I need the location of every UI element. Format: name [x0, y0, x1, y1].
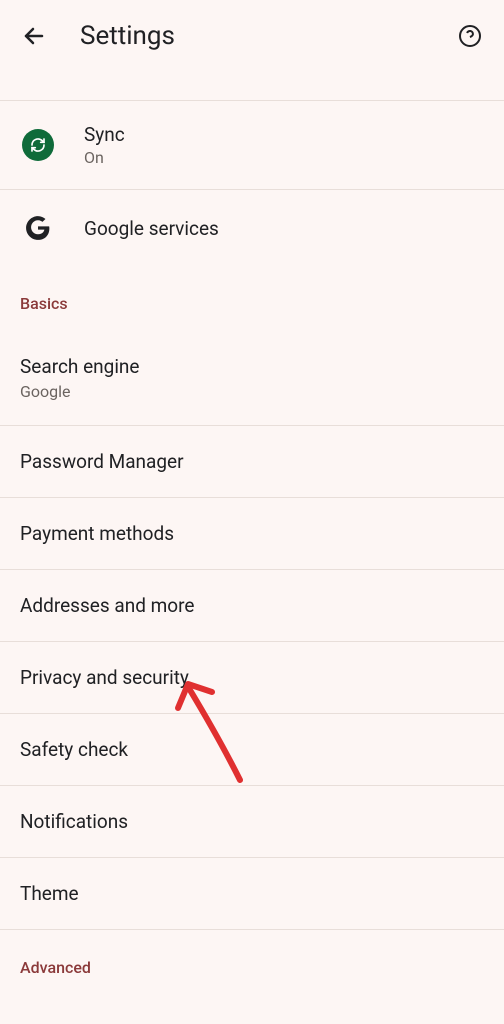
page-title: Settings: [80, 21, 456, 51]
addresses-label: Addresses and more: [20, 594, 484, 617]
theme-label: Theme: [20, 882, 484, 905]
privacy-security-item[interactable]: Privacy and security: [0, 642, 504, 714]
payment-methods-item[interactable]: Payment methods: [0, 498, 504, 570]
google-services-text: Google services: [84, 217, 219, 240]
help-icon: [458, 24, 482, 48]
sync-item[interactable]: Sync On: [0, 101, 504, 189]
privacy-security-label: Privacy and security: [20, 666, 484, 689]
back-button[interactable]: [20, 22, 48, 50]
safety-check-item[interactable]: Safety check: [0, 714, 504, 786]
payment-methods-label: Payment methods: [20, 522, 484, 545]
safety-check-label: Safety check: [20, 738, 484, 761]
theme-item[interactable]: Theme: [0, 858, 504, 930]
search-engine-value: Google: [20, 382, 484, 401]
help-button[interactable]: [456, 22, 484, 50]
back-arrow-icon: [22, 24, 46, 48]
password-manager-label: Password Manager: [20, 450, 484, 473]
addresses-item[interactable]: Addresses and more: [0, 570, 504, 642]
google-services-label: Google services: [84, 217, 219, 240]
sync-icon: [22, 129, 54, 161]
google-services-item[interactable]: Google services: [0, 190, 504, 266]
sync-label: Sync: [84, 123, 125, 146]
google-icon: [25, 215, 51, 241]
section-advanced: Advanced: [0, 930, 504, 989]
search-engine-label: Search engine: [20, 355, 484, 378]
google-icon-wrap: [20, 210, 56, 246]
sync-text: Sync On: [84, 123, 125, 167]
header: Settings: [0, 0, 504, 72]
password-manager-item[interactable]: Password Manager: [0, 426, 504, 498]
sync-icon-wrap: [20, 127, 56, 163]
search-engine-item[interactable]: Search engine Google: [0, 325, 504, 426]
section-basics: Basics: [0, 266, 504, 325]
sync-status: On: [84, 148, 125, 167]
notifications-label: Notifications: [20, 810, 484, 833]
notifications-item[interactable]: Notifications: [0, 786, 504, 858]
